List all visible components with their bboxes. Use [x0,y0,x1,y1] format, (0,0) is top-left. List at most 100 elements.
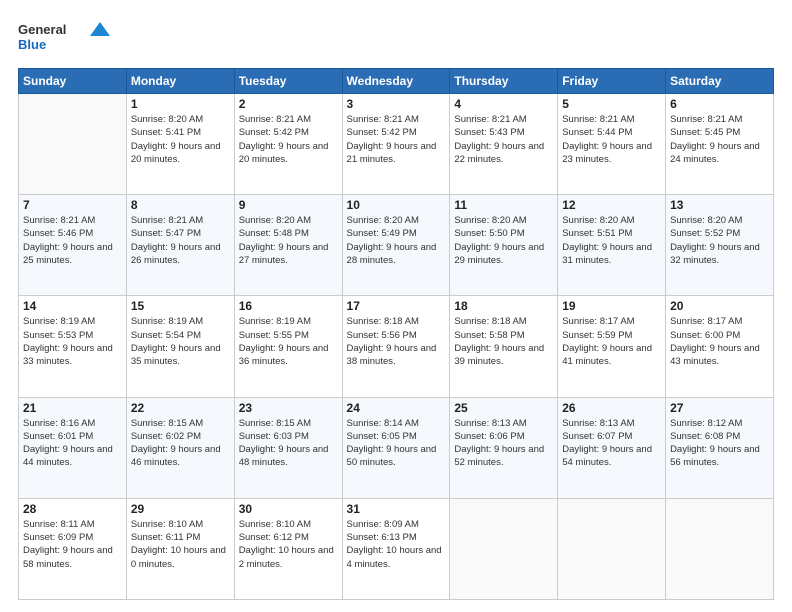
day-number: 8 [131,198,230,212]
day-info: Sunrise: 8:16 AM Sunset: 6:01 PM Dayligh… [23,417,122,470]
daylight-text: Daylight: 9 hours and 58 minutes. [23,545,113,569]
calendar-cell: 20 Sunrise: 8:17 AM Sunset: 6:00 PM Dayl… [666,296,774,397]
sunrise-text: Sunrise: 8:20 AM [131,114,203,125]
day-number: 23 [239,401,338,415]
day-number: 11 [454,198,553,212]
sunset-text: Sunset: 5:41 PM [131,127,201,138]
calendar-cell: 30 Sunrise: 8:10 AM Sunset: 6:12 PM Dayl… [234,498,342,599]
day-header-tuesday: Tuesday [234,69,342,94]
sunset-text: Sunset: 5:42 PM [347,127,417,138]
daylight-text: Daylight: 10 hours and 2 minutes. [239,545,334,569]
daylight-text: Daylight: 9 hours and 50 minutes. [347,444,437,468]
calendar-table: SundayMondayTuesdayWednesdayThursdayFrid… [18,68,774,600]
calendar-cell: 15 Sunrise: 8:19 AM Sunset: 5:54 PM Dayl… [126,296,234,397]
day-number: 20 [670,299,769,313]
sunset-text: Sunset: 6:11 PM [131,532,201,543]
day-info: Sunrise: 8:20 AM Sunset: 5:50 PM Dayligh… [454,214,553,267]
sunrise-text: Sunrise: 8:19 AM [131,316,203,327]
sunrise-text: Sunrise: 8:17 AM [670,316,742,327]
day-number: 9 [239,198,338,212]
sunset-text: Sunset: 5:42 PM [239,127,309,138]
calendar-cell: 10 Sunrise: 8:20 AM Sunset: 5:49 PM Dayl… [342,195,450,296]
sunset-text: Sunset: 5:51 PM [562,228,632,239]
calendar-cell: 6 Sunrise: 8:21 AM Sunset: 5:45 PM Dayli… [666,94,774,195]
sunset-text: Sunset: 5:54 PM [131,330,201,341]
sunrise-text: Sunrise: 8:20 AM [670,215,742,226]
sunset-text: Sunset: 5:46 PM [23,228,93,239]
sunset-text: Sunset: 5:50 PM [454,228,524,239]
calendar-cell [558,498,666,599]
day-info: Sunrise: 8:21 AM Sunset: 5:44 PM Dayligh… [562,113,661,166]
sunrise-text: Sunrise: 8:17 AM [562,316,634,327]
sunrise-text: Sunrise: 8:10 AM [131,519,203,530]
calendar-cell: 5 Sunrise: 8:21 AM Sunset: 5:44 PM Dayli… [558,94,666,195]
day-number: 2 [239,97,338,111]
daylight-text: Daylight: 9 hours and 23 minutes. [562,141,652,165]
calendar-cell: 11 Sunrise: 8:20 AM Sunset: 5:50 PM Dayl… [450,195,558,296]
daylight-text: Daylight: 9 hours and 26 minutes. [131,242,221,266]
sunset-text: Sunset: 5:52 PM [670,228,740,239]
calendar-cell: 3 Sunrise: 8:21 AM Sunset: 5:42 PM Dayli… [342,94,450,195]
sunrise-text: Sunrise: 8:19 AM [239,316,311,327]
day-info: Sunrise: 8:20 AM Sunset: 5:49 PM Dayligh… [347,214,446,267]
sunset-text: Sunset: 5:56 PM [347,330,417,341]
sunrise-text: Sunrise: 8:19 AM [23,316,95,327]
day-info: Sunrise: 8:20 AM Sunset: 5:52 PM Dayligh… [670,214,769,267]
sunset-text: Sunset: 5:44 PM [562,127,632,138]
sunrise-text: Sunrise: 8:20 AM [562,215,634,226]
sunrise-text: Sunrise: 8:21 AM [23,215,95,226]
day-number: 25 [454,401,553,415]
daylight-text: Daylight: 9 hours and 46 minutes. [131,444,221,468]
daylight-text: Daylight: 9 hours and 54 minutes. [562,444,652,468]
day-info: Sunrise: 8:19 AM Sunset: 5:54 PM Dayligh… [131,315,230,368]
day-number: 19 [562,299,661,313]
sunrise-text: Sunrise: 8:21 AM [347,114,419,125]
daylight-text: Daylight: 9 hours and 56 minutes. [670,444,760,468]
calendar-cell: 7 Sunrise: 8:21 AM Sunset: 5:46 PM Dayli… [19,195,127,296]
sunset-text: Sunset: 5:49 PM [347,228,417,239]
day-number: 31 [347,502,446,516]
general-blue-logo: General Blue [18,18,118,58]
daylight-text: Daylight: 9 hours and 24 minutes. [670,141,760,165]
day-info: Sunrise: 8:21 AM Sunset: 5:45 PM Dayligh… [670,113,769,166]
day-number: 4 [454,97,553,111]
day-info: Sunrise: 8:18 AM Sunset: 5:56 PM Dayligh… [347,315,446,368]
sunrise-text: Sunrise: 8:18 AM [347,316,419,327]
day-number: 7 [23,198,122,212]
day-number: 18 [454,299,553,313]
day-number: 5 [562,97,661,111]
daylight-text: Daylight: 9 hours and 39 minutes. [454,343,544,367]
calendar-cell [450,498,558,599]
sunset-text: Sunset: 5:47 PM [131,228,201,239]
sunrise-text: Sunrise: 8:09 AM [347,519,419,530]
calendar-cell: 28 Sunrise: 8:11 AM Sunset: 6:09 PM Dayl… [19,498,127,599]
calendar-cell: 19 Sunrise: 8:17 AM Sunset: 5:59 PM Dayl… [558,296,666,397]
calendar-cell: 9 Sunrise: 8:20 AM Sunset: 5:48 PM Dayli… [234,195,342,296]
calendar-week-5: 28 Sunrise: 8:11 AM Sunset: 6:09 PM Dayl… [19,498,774,599]
calendar-cell: 21 Sunrise: 8:16 AM Sunset: 6:01 PM Dayl… [19,397,127,498]
calendar-cell [19,94,127,195]
calendar-cell: 12 Sunrise: 8:20 AM Sunset: 5:51 PM Dayl… [558,195,666,296]
calendar-cell: 27 Sunrise: 8:12 AM Sunset: 6:08 PM Dayl… [666,397,774,498]
day-info: Sunrise: 8:18 AM Sunset: 5:58 PM Dayligh… [454,315,553,368]
day-number: 3 [347,97,446,111]
daylight-text: Daylight: 9 hours and 35 minutes. [131,343,221,367]
day-number: 30 [239,502,338,516]
day-number: 16 [239,299,338,313]
day-number: 1 [131,97,230,111]
day-header-wednesday: Wednesday [342,69,450,94]
svg-text:General: General [18,22,66,37]
calendar-cell: 2 Sunrise: 8:21 AM Sunset: 5:42 PM Dayli… [234,94,342,195]
daylight-text: Daylight: 9 hours and 43 minutes. [670,343,760,367]
daylight-text: Daylight: 9 hours and 27 minutes. [239,242,329,266]
calendar-week-4: 21 Sunrise: 8:16 AM Sunset: 6:01 PM Dayl… [19,397,774,498]
sunset-text: Sunset: 6:05 PM [347,431,417,442]
sunrise-text: Sunrise: 8:20 AM [239,215,311,226]
day-header-monday: Monday [126,69,234,94]
day-number: 28 [23,502,122,516]
day-info: Sunrise: 8:19 AM Sunset: 5:55 PM Dayligh… [239,315,338,368]
day-header-thursday: Thursday [450,69,558,94]
day-info: Sunrise: 8:11 AM Sunset: 6:09 PM Dayligh… [23,518,122,571]
day-number: 10 [347,198,446,212]
sunrise-text: Sunrise: 8:21 AM [454,114,526,125]
